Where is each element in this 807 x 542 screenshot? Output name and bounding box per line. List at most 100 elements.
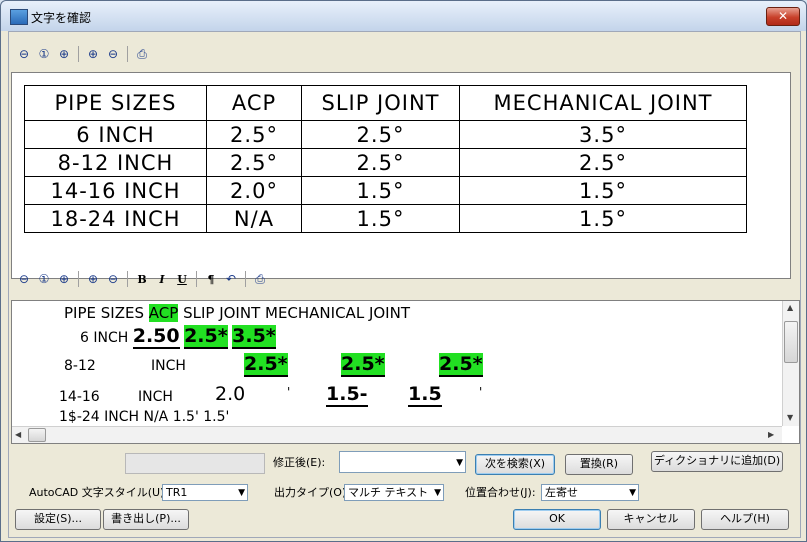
text-style-select[interactable]: TR1 ▼ [162, 484, 248, 501]
recognized-text-editor[interactable]: PIPE SIZES ACP SLIP JOINT MECHANICAL JOI… [11, 300, 800, 444]
highlighted-word: 2.5* [439, 353, 483, 377]
undo-icon[interactable]: ↶ [222, 270, 240, 288]
table-header-cell: PIPE SIZES [24, 85, 207, 121]
editor-text: SLIP JOINT MECHANICAL JOINT [183, 304, 410, 322]
table-cell: 1.5° [459, 176, 747, 205]
toolbar-separator [127, 271, 128, 287]
table-cell: 2.5° [206, 120, 302, 149]
scroll-down-icon[interactable]: ▼ [787, 413, 793, 422]
italic-button[interactable]: I [153, 270, 171, 288]
highlighted-word: 2.5* [244, 353, 288, 377]
highlighted-word: 2.5* [184, 325, 228, 349]
print-icon[interactable]: ⎙ [133, 45, 151, 63]
chevron-down-icon[interactable]: ▼ [238, 485, 245, 501]
editor-text: INCH [151, 358, 186, 374]
cancel-button[interactable]: キャンセル [607, 509, 695, 530]
scroll-up-icon[interactable]: ▲ [787, 303, 793, 312]
zoom-out-icon[interactable]: ⊖ [15, 270, 33, 288]
underline-button[interactable]: U [173, 270, 191, 288]
help-button[interactable]: ヘルプ(H) [701, 509, 789, 530]
editor-text: ' [479, 385, 483, 399]
image-preview: PIPE SIZES ACP SLIP JOINT MECHANICAL JOI… [11, 72, 791, 279]
ok-button[interactable]: OK [513, 509, 601, 530]
chevron-down-icon[interactable]: ▼ [629, 485, 636, 501]
title-bar: 文字を確認 ✕ [1, 1, 806, 31]
alignment-select[interactable]: 左寄せ ▼ [541, 484, 639, 501]
table-cell: 2.0° [206, 176, 302, 205]
table-cell: 6 INCH [24, 120, 207, 149]
editor-text: 6 INCH [80, 330, 129, 346]
zoom-in-icon[interactable]: ⊕ [55, 270, 73, 288]
editor-line: ' [287, 385, 290, 399]
highlighted-word: ACP [148, 304, 179, 322]
print-icon[interactable]: ⎙ [251, 270, 269, 288]
table-row: 18-24 INCH N/A 1.5° 1.5° [24, 204, 747, 233]
highlighted-word: 2.5* [341, 353, 385, 377]
horizontal-scrollbar[interactable]: ◀ ▶ [12, 426, 782, 443]
vertical-scroll-thumb[interactable] [784, 321, 798, 363]
editor-text: 14-16 [59, 389, 100, 405]
confirm-text-dialog: 文字を確認 ✕ ⊖ ① ⊕ ⊕ ⊖ ⎙ PIPE SIZES ACP SLIP … [0, 0, 807, 542]
editor-text: 1.5- [326, 383, 368, 407]
editor-line: 8-12 [64, 358, 96, 374]
table-cell: 18-24 INCH [24, 204, 207, 233]
zoom-reduce-icon[interactable]: ⊖ [104, 270, 122, 288]
correction-label: 修正後(E): [273, 456, 326, 469]
table-cell: 14-16 INCH [24, 176, 207, 205]
editor-text: 2.0 [215, 383, 246, 405]
bold-button[interactable]: B [133, 270, 151, 288]
table-cell: 1.5° [301, 176, 460, 205]
editor-line: 1$-24 INCH N/A 1.5' 1.5' [59, 409, 229, 425]
editor-line: INCH [151, 358, 186, 374]
zoom-actual-icon[interactable]: ① [35, 270, 53, 288]
editor-line: 2.5* [244, 353, 288, 377]
dialog-body: ⊖ ① ⊕ ⊕ ⊖ ⎙ PIPE SIZES ACP SLIP JOINT ME… [8, 31, 801, 538]
horizontal-scroll-thumb[interactable] [28, 428, 46, 442]
find-next-button[interactable]: 次を検索(X) [475, 454, 555, 475]
table-cell: 2.5° [206, 148, 302, 177]
editor-line: ' [479, 385, 482, 399]
zoom-reduce-icon[interactable]: ⊖ [104, 45, 122, 63]
scroll-left-icon[interactable]: ◀ [15, 430, 21, 439]
editor-text: PIPE SIZES [64, 304, 144, 322]
toolbar-separator [245, 271, 246, 287]
editor-text: 8-12 [64, 358, 96, 374]
editor-line: 2.5* [439, 353, 483, 377]
alignment-value: 左寄せ [545, 486, 578, 499]
zoom-fit-icon[interactable]: ⊕ [84, 270, 102, 288]
table-row: 8-12 INCH 2.5° 2.5° 2.5° [24, 148, 747, 177]
editor-line: INCH [138, 389, 173, 405]
table-cell: 3.5° [459, 120, 747, 149]
editor-text: 2.50 [132, 325, 180, 349]
chevron-down-icon[interactable]: ▼ [434, 485, 441, 501]
app-icon [10, 9, 28, 25]
replace-button[interactable]: 置換(R) [565, 454, 633, 475]
zoom-actual-icon[interactable]: ① [35, 45, 53, 63]
export-button[interactable]: 書き出し(P)... [103, 509, 189, 530]
table-cell: 8-12 INCH [24, 148, 207, 177]
close-button[interactable]: ✕ [766, 7, 800, 26]
table-cell: 1.5° [459, 204, 747, 233]
preview-table: PIPE SIZES ACP SLIP JOINT MECHANICAL JOI… [24, 85, 747, 233]
zoom-fit-icon[interactable]: ⊕ [84, 45, 102, 63]
vertical-scrollbar[interactable]: ▲ ▼ [782, 301, 799, 426]
zoom-in-icon[interactable]: ⊕ [55, 45, 73, 63]
output-type-select[interactable]: マルチ テキスト ▼ [344, 484, 444, 501]
text-style-label: AutoCAD 文字スタイル(U): [29, 486, 169, 499]
table-header-cell: ACP [206, 85, 302, 121]
editor-line: 2.0 [215, 383, 245, 405]
scroll-right-icon[interactable]: ▶ [768, 430, 774, 439]
preview-toolbar: ⊖ ① ⊕ ⊕ ⊖ ⎙ [15, 43, 151, 65]
table-cell: N/A [206, 204, 302, 233]
editor-line: PIPE SIZES ACP SLIP JOINT MECHANICAL JOI… [64, 304, 410, 322]
editor-line: 14-16 [59, 389, 100, 405]
zoom-out-icon[interactable]: ⊖ [15, 45, 33, 63]
correction-input[interactable]: ▼ [339, 451, 466, 473]
settings-button[interactable]: 設定(S)... [15, 509, 101, 530]
editor-line: 2.5* [341, 353, 385, 377]
editor-toolbar: ⊖ ① ⊕ ⊕ ⊖ B I U ¶ ↶ ⎙ [15, 268, 269, 290]
chevron-down-icon[interactable]: ▼ [456, 455, 463, 471]
paragraph-button[interactable]: ¶ [202, 270, 220, 288]
highlighted-word: 3.5* [232, 325, 276, 349]
add-to-dictionary-button[interactable]: ディクショナリに追加(D) [651, 451, 783, 472]
